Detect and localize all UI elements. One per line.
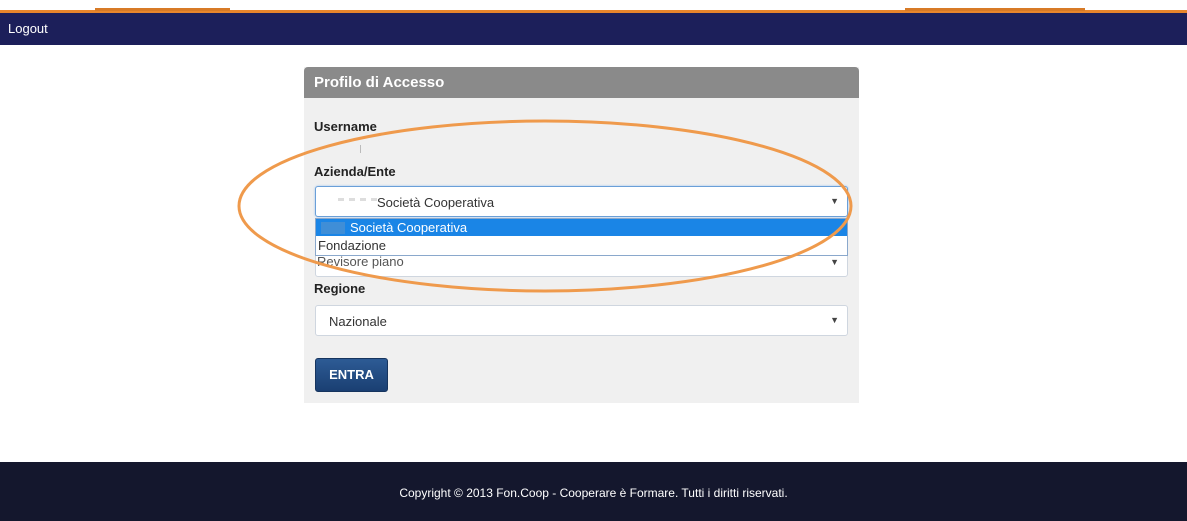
copyright-text: Copyright © 2013 Fon.Coop - Cooperare è … [399, 486, 788, 500]
entra-button[interactable]: ENTRA [315, 358, 388, 392]
dropdown-option-revisore[interactable]: Revisore piano [317, 254, 404, 269]
dropdown-option[interactable]: Fondazione [316, 237, 847, 254]
masked-text [321, 222, 345, 234]
top-accent-bar [0, 0, 1187, 13]
azienda-label: Azienda/Ente [314, 164, 396, 179]
dropdown-option-label: Fondazione [318, 238, 386, 253]
regione-select[interactable]: Nazionale ▼ [315, 305, 848, 336]
caret-down-icon: ▼ [830, 196, 839, 206]
accent-segment [905, 8, 1085, 11]
azienda-dropdown-list[interactable]: Società Cooperativa Fondazione [315, 218, 848, 256]
dropdown-option-label: Società Cooperativa [350, 220, 468, 235]
dropdown-option-selected[interactable]: Società Cooperativa [316, 219, 847, 236]
caret-down-icon: ▼ [830, 315, 839, 325]
caret-down-icon: ▼ [830, 257, 839, 267]
azienda-select-value: Società Cooperativa [377, 195, 495, 210]
username-label: Username [314, 119, 377, 134]
footer: Copyright © 2013 Fon.Coop - Cooperare è … [0, 462, 1187, 521]
logout-link[interactable]: Logout [8, 21, 48, 36]
azienda-select[interactable]: Società Cooperativa ▼ [315, 186, 848, 217]
panel-title: Profilo di Accesso [304, 67, 859, 98]
regione-label: Regione [314, 281, 366, 296]
username-value [360, 145, 361, 153]
accent-segment [95, 8, 230, 11]
regione-select-value: Nazionale [329, 314, 387, 329]
top-navbar: Logout [0, 13, 1187, 45]
masked-text [338, 198, 378, 201]
